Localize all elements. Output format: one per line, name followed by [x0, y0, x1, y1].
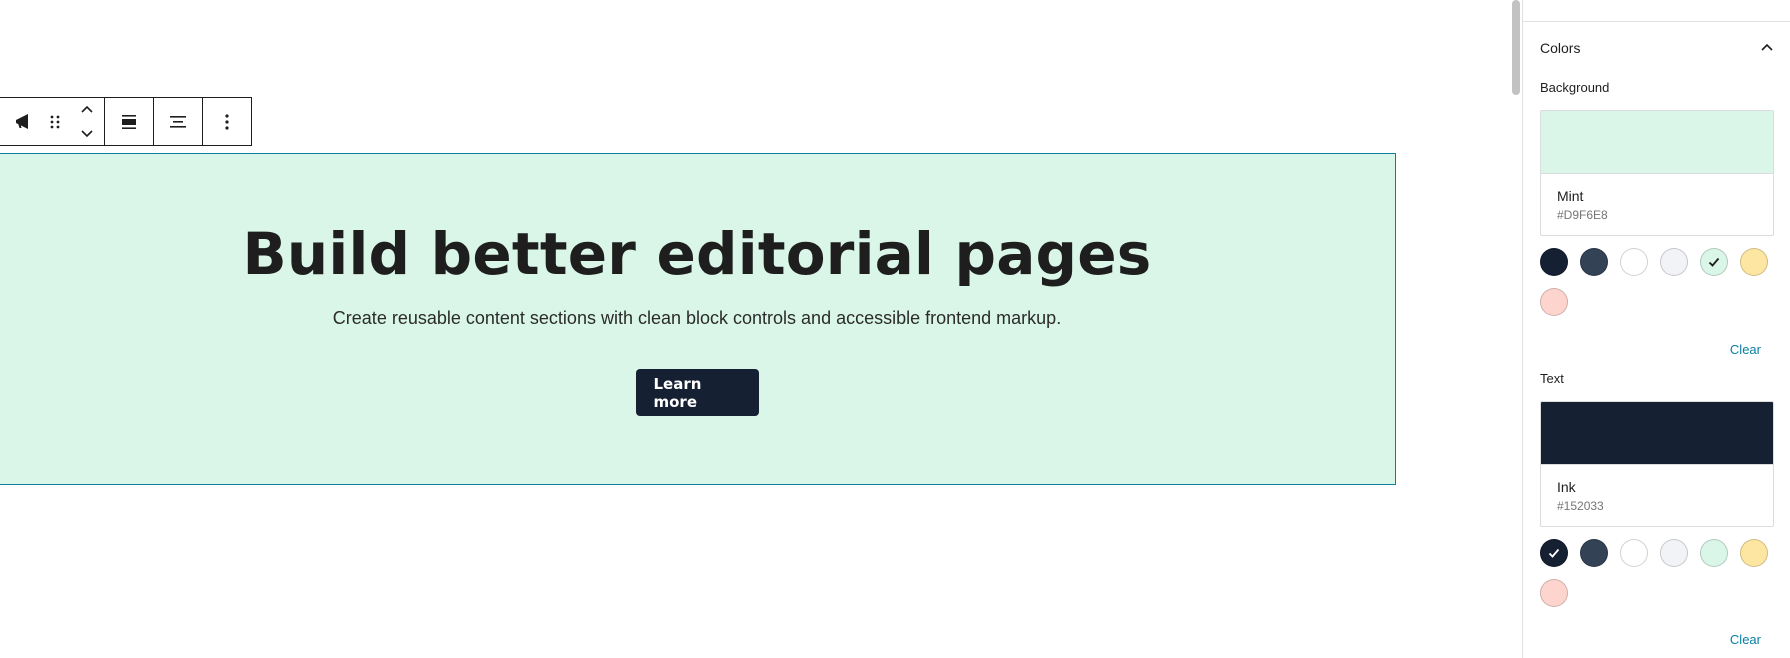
block-toolbar [0, 97, 252, 146]
background-color-card[interactable]: Mint #D9F6E8 [1540, 110, 1774, 236]
text-color-preview [1541, 402, 1773, 465]
drag-handle-icon[interactable] [39, 98, 71, 145]
text-palette-swatch[interactable] [1580, 539, 1608, 567]
text-palette-swatch[interactable] [1540, 539, 1568, 567]
colors-panel-header[interactable]: Colors [1540, 36, 1774, 60]
checkmark-icon [1708, 257, 1720, 267]
background-clear-button[interactable]: Clear [1730, 342, 1761, 357]
hero-subtitle[interactable]: Create reusable content sections with cl… [333, 308, 1061, 329]
hero-title[interactable]: Build better editorial pages [242, 220, 1151, 288]
background-color-hex: #D9F6E8 [1557, 208, 1608, 222]
text-color-card[interactable]: Ink #152033 [1540, 401, 1774, 527]
chevron-down-icon[interactable] [80, 125, 94, 143]
megaphone-icon[interactable] [7, 98, 39, 145]
text-label: Text [1540, 371, 1564, 386]
background-color-preview [1541, 111, 1773, 174]
text-palette-swatch[interactable] [1540, 579, 1568, 607]
text-palette-swatch[interactable] [1660, 539, 1688, 567]
background-color-name: Mint [1557, 188, 1584, 204]
background-palette-swatch[interactable] [1540, 248, 1568, 276]
text-palette-swatch[interactable] [1620, 539, 1648, 567]
align-wide-icon[interactable] [105, 98, 153, 145]
text-color-hex: #152033 [1557, 499, 1604, 513]
text-clear-button[interactable]: Clear [1730, 632, 1761, 647]
text-palette [1540, 539, 1774, 607]
block-toolbar-group-align [105, 98, 154, 145]
settings-sidebar: Colors Background Mint #D9F6E8 Clear Tex… [1522, 0, 1790, 658]
background-palette [1540, 248, 1774, 316]
background-palette-swatch[interactable] [1580, 248, 1608, 276]
chevron-up-icon[interactable] [1760, 39, 1774, 57]
more-vertical-icon[interactable] [203, 98, 251, 145]
learn-more-button[interactable]: Learn more [635, 369, 759, 416]
justify-center-icon[interactable] [154, 98, 202, 145]
editor-canvas: Build better editorial pages Create reus… [0, 0, 1510, 658]
scrollbar-thumb[interactable] [1512, 0, 1520, 95]
background-palette-swatch[interactable] [1620, 248, 1648, 276]
block-toolbar-group-justify [154, 98, 203, 145]
background-palette-swatch[interactable] [1740, 248, 1768, 276]
background-palette-swatch[interactable] [1700, 248, 1728, 276]
text-palette-swatch[interactable] [1740, 539, 1768, 567]
sidebar-divider [1523, 21, 1790, 22]
background-label: Background [1540, 80, 1610, 95]
chevron-up-icon[interactable] [80, 101, 94, 119]
text-color-name: Ink [1557, 479, 1576, 495]
checkmark-icon [1548, 548, 1560, 558]
text-palette-swatch[interactable] [1700, 539, 1728, 567]
block-toolbar-group-more [203, 98, 251, 145]
block-mover [71, 98, 103, 145]
colors-panel-title: Colors [1540, 40, 1581, 56]
hero-block[interactable]: Build better editorial pages Create reus… [0, 153, 1396, 485]
block-toolbar-group-block [0, 98, 105, 145]
canvas-scrollbar[interactable] [1510, 0, 1522, 658]
background-palette-swatch[interactable] [1540, 288, 1568, 316]
background-palette-swatch[interactable] [1660, 248, 1688, 276]
